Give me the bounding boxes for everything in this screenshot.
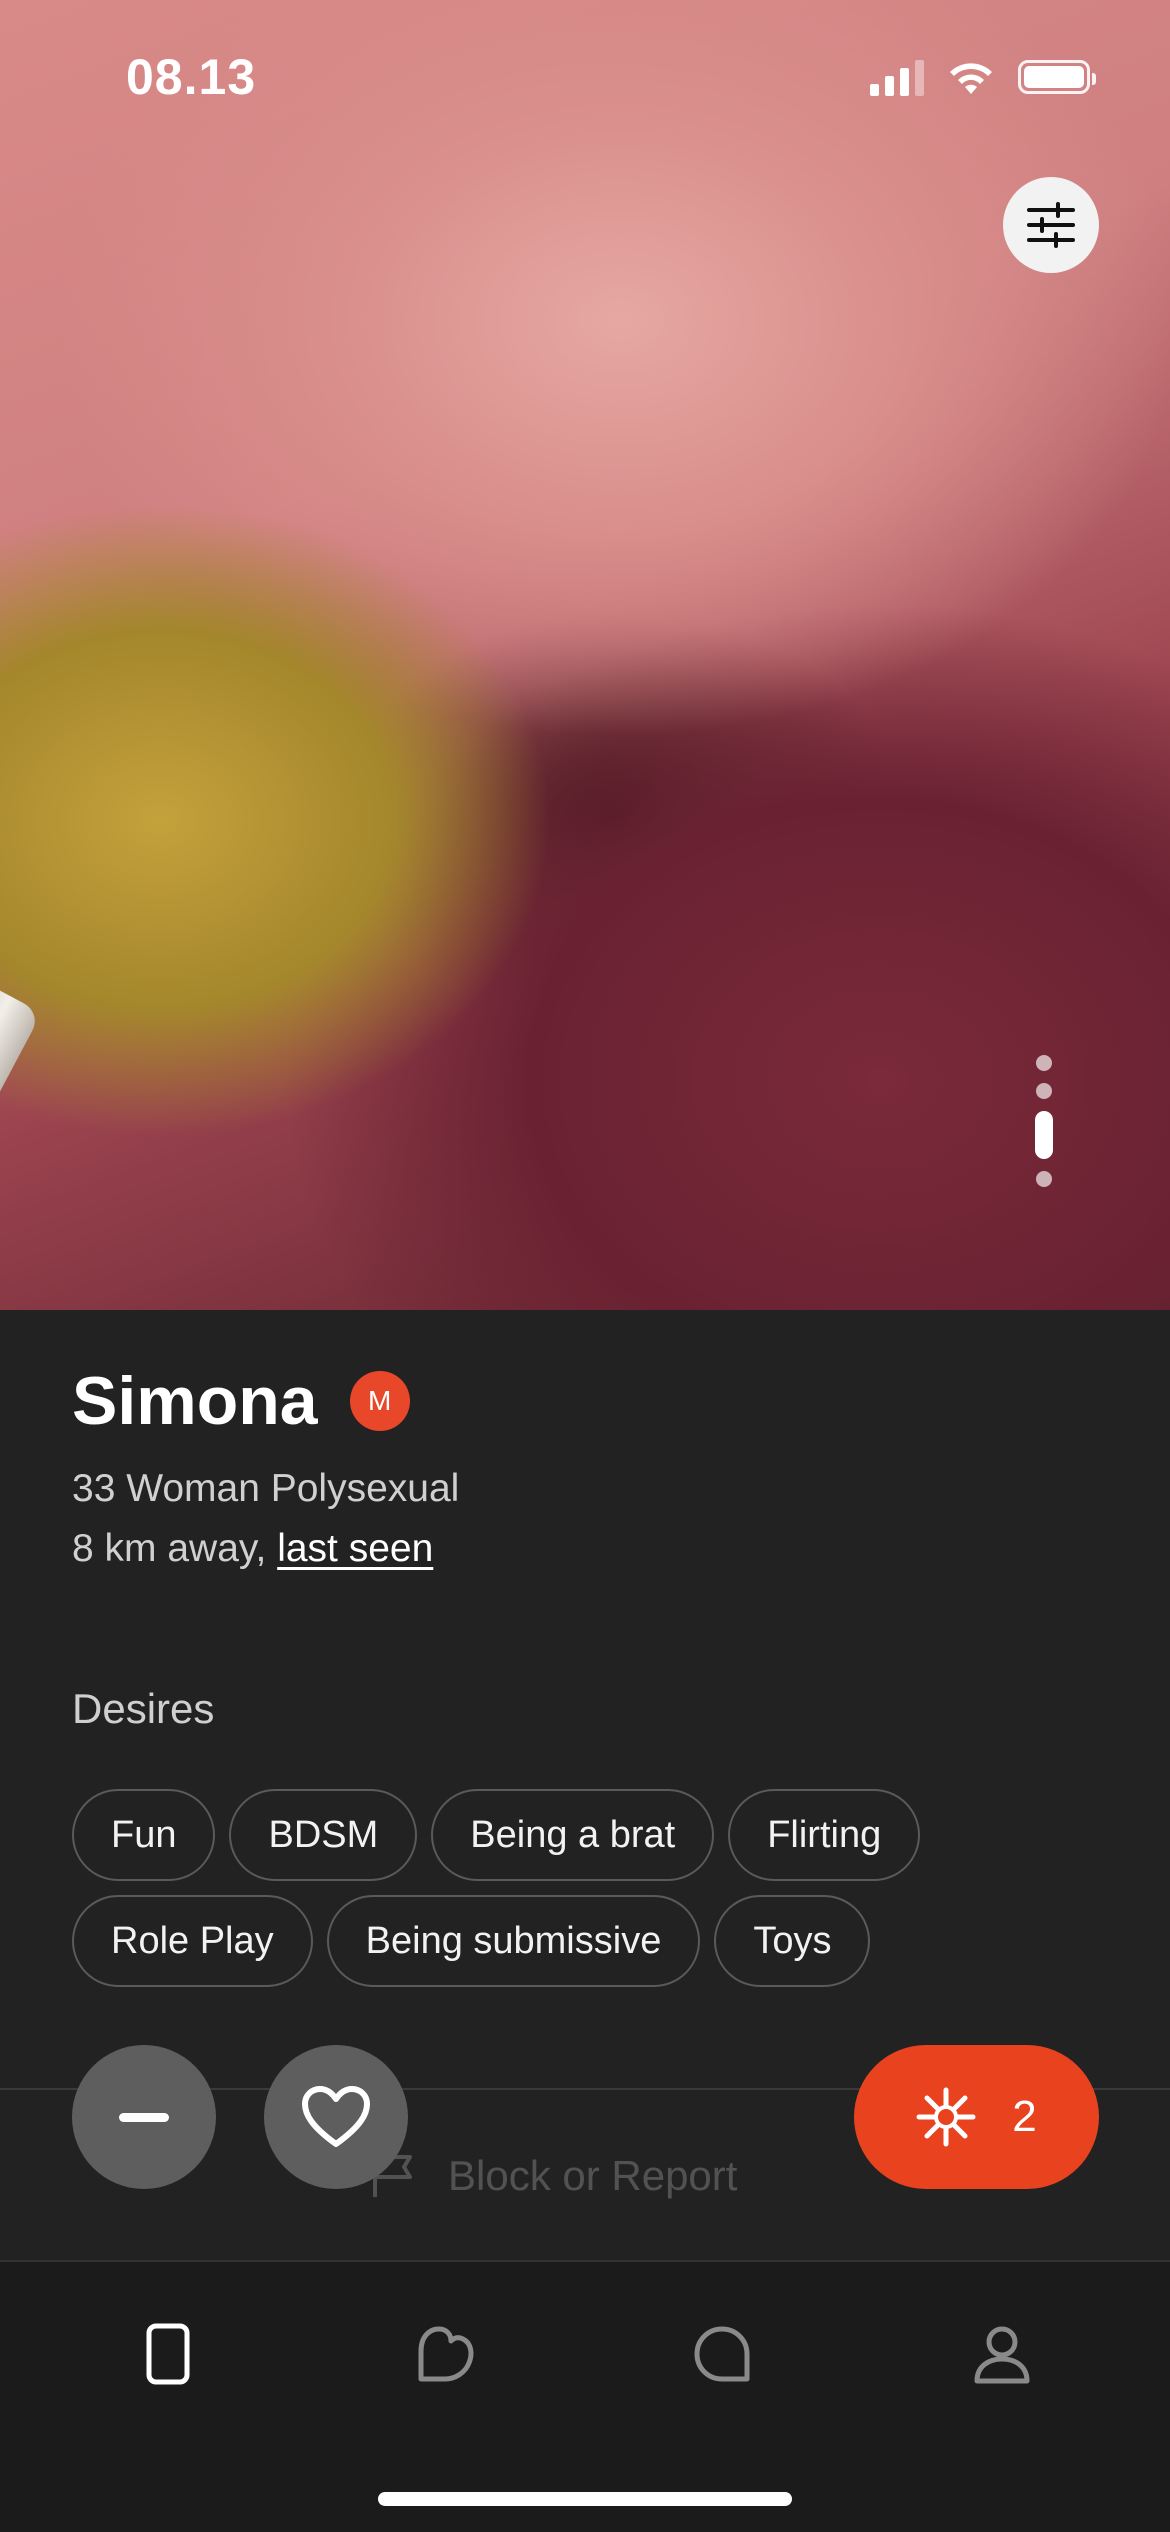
block-report-label: Block or Report <box>448 2152 738 2199</box>
profile-location: 8 km away, last seen <box>72 1527 433 1571</box>
tab-discover[interactable] <box>128 2314 208 2394</box>
cellular-signal-icon <box>870 58 924 96</box>
desire-tag: Being submissive <box>326 1895 701 1987</box>
tab-profile[interactable] <box>962 2314 1042 2394</box>
likes-icon <box>418 2326 474 2382</box>
desires-tags: Fun BDSM Being a brat Flirting Role Play… <box>72 1789 1102 1987</box>
pass-button[interactable] <box>72 2045 216 2189</box>
desire-tag: BDSM <box>229 1789 418 1881</box>
desire-tag: Being a brat <box>431 1789 715 1881</box>
battery-icon <box>1018 60 1096 94</box>
profile-photo[interactable] <box>0 0 1170 1310</box>
chat-icon <box>694 2326 750 2382</box>
tab-chats[interactable] <box>682 2314 762 2394</box>
pager-dot[interactable] <box>1036 1171 1052 1187</box>
distance-text: 8 km away, <box>72 1527 267 1570</box>
sliders-icon <box>1027 202 1075 248</box>
desire-tag: Flirting <box>728 1789 921 1881</box>
pager-dot[interactable] <box>1036 1083 1052 1099</box>
photo-pager[interactable] <box>1034 1055 1054 1187</box>
profile-icon <box>974 2326 1030 2384</box>
block-report-link[interactable]: Block or Report <box>370 2152 737 2200</box>
heart-icon <box>302 2086 370 2147</box>
tab-likes[interactable] <box>406 2314 486 2394</box>
profile-details: 33 Woman Polysexual <box>72 1467 460 1510</box>
home-indicator[interactable] <box>378 2492 792 2506</box>
profile-name: Simona <box>72 1363 318 1439</box>
status-icons <box>870 58 1096 96</box>
desire-tag: Role Play <box>72 1895 313 1987</box>
member-badge[interactable]: M <box>349 1371 410 1431</box>
spark-button[interactable]: 2 <box>854 2045 1099 2189</box>
pager-dot[interactable] <box>1036 1055 1052 1071</box>
last-seen-link[interactable]: last seen <box>277 1527 433 1570</box>
photo-detail <box>0 980 42 1310</box>
wifi-icon <box>950 63 992 94</box>
profile-header: Simona M <box>72 1362 410 1440</box>
desire-tag: Fun <box>72 1789 216 1881</box>
spark-count: 2 <box>1012 2092 1037 2141</box>
status-time: 08.13 <box>126 49 257 105</box>
desire-tag: Toys <box>714 1895 871 1987</box>
like-button[interactable] <box>264 2045 408 2189</box>
minus-icon <box>119 2112 169 2122</box>
desires-title: Desires <box>72 1685 215 1732</box>
spark-icon <box>916 2087 976 2147</box>
app-screen: 08.13 Simona M 33 Woman Polysexual 8 km … <box>0 0 1170 2532</box>
filter-button[interactable] <box>1003 177 1099 273</box>
phone-card-icon <box>146 2323 190 2385</box>
pager-dot-active[interactable] <box>1035 1111 1053 1159</box>
